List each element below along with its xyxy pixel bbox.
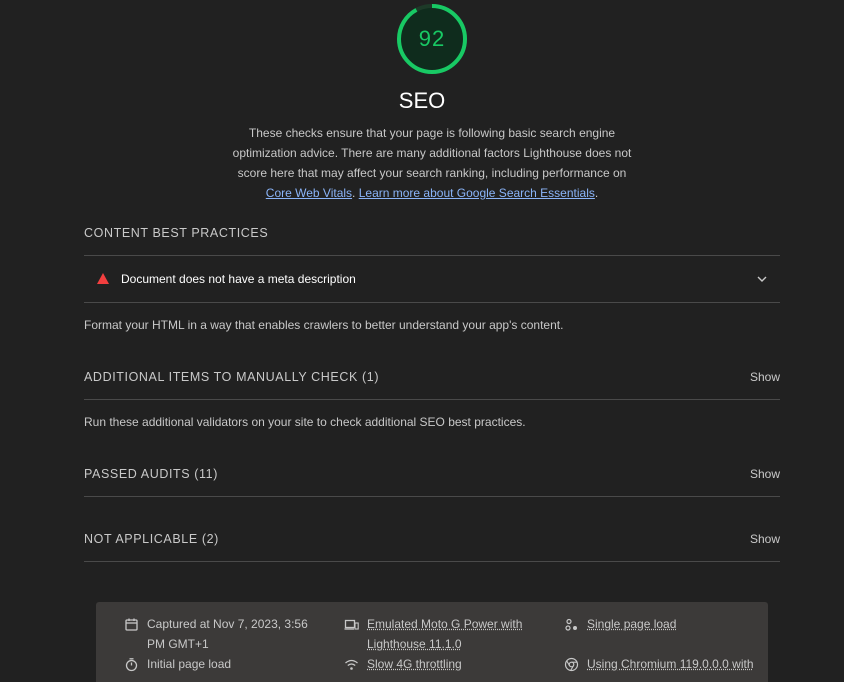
- divider: [84, 561, 780, 562]
- audit-title: Document does not have a meta descriptio…: [121, 272, 356, 286]
- chrome-icon: [564, 657, 579, 672]
- score-value: 92: [418, 26, 446, 51]
- captured-at-text: Captured at Nov 7, 2023, 3:56 PM GMT+1: [147, 614, 308, 654]
- emulated-line2: Lighthouse 11.1.0: [367, 637, 462, 651]
- chevron-down-icon[interactable]: [756, 272, 768, 290]
- captured-at-item: Captured at Nov 7, 2023, 3:56 PM GMT+1: [124, 614, 324, 654]
- single-load-link[interactable]: Single page load: [587, 614, 676, 634]
- divider: [84, 399, 780, 400]
- wifi-icon: [345, 659, 358, 670]
- group-description-content: Format your HTML in a way that enables c…: [84, 318, 564, 332]
- chromium-item[interactable]: Using Chromium 119.0.0.0 with: [564, 654, 764, 674]
- link-separator: .: [352, 186, 359, 200]
- emulated-device-link[interactable]: Emulated Moto G Power with Lighthouse 11…: [367, 614, 522, 654]
- audit-meta-description[interactable]: Document does not have a meta descriptio…: [84, 256, 780, 302]
- initial-load-item: Initial page load: [124, 654, 324, 674]
- score-gauge: 92: [396, 3, 468, 75]
- divider: [84, 496, 780, 497]
- throttling-link[interactable]: Slow 4G throttling: [367, 654, 462, 674]
- chromium-link[interactable]: Using Chromium 119.0.0.0 with: [587, 654, 754, 674]
- fail-triangle-icon: [97, 273, 109, 284]
- single-load-item[interactable]: Single page load: [564, 614, 764, 634]
- show-manual-button[interactable]: Show: [750, 370, 780, 384]
- show-not-applicable-button[interactable]: Show: [750, 532, 780, 546]
- captured-at-line1: Captured at Nov 7, 2023, 3:56: [147, 617, 308, 631]
- divider: [84, 302, 780, 303]
- group-description-manual: Run these additional validators on your …: [84, 415, 526, 429]
- core-web-vitals-link[interactable]: Core Web Vitals: [266, 186, 352, 200]
- trailing-period: .: [594, 186, 599, 200]
- emulated-device-item[interactable]: Emulated Moto G Power with Lighthouse 11…: [344, 614, 544, 654]
- category-title: SEO: [398, 88, 446, 113]
- group-title-content-best-practices: CONTENT BEST PRACTICES: [84, 226, 269, 240]
- group-title-manual-checks[interactable]: ADDITIONAL ITEMS TO MANUALLY CHECK (1): [84, 370, 379, 384]
- learn-more-link[interactable]: Learn more about Google Search Essential…: [359, 186, 595, 200]
- runtime-settings-footer: Captured at Nov 7, 2023, 3:56 PM GMT+1 I…: [96, 602, 768, 682]
- devices-icon: [344, 619, 359, 630]
- stopwatch-icon: [125, 658, 138, 672]
- captured-at-line2: PM GMT+1: [147, 637, 209, 651]
- single-load-icon: [565, 618, 577, 631]
- group-title-not-applicable[interactable]: NOT APPLICABLE (2): [84, 532, 219, 546]
- initial-load-text: Initial page load: [147, 657, 232, 671]
- calendar-icon: [125, 618, 138, 631]
- emulated-line1: Emulated Moto G Power with: [367, 617, 523, 631]
- show-passed-button[interactable]: Show: [750, 467, 780, 481]
- category-description: These checks ensure that your page is fo…: [222, 123, 642, 203]
- category-description-text: These checks ensure that your page is fo…: [232, 126, 632, 180]
- throttling-item[interactable]: Slow 4G throttling: [344, 654, 544, 674]
- lighthouse-report: 92 SEO These checks ensure that your pag…: [0, 0, 844, 682]
- group-title-passed-audits[interactable]: PASSED AUDITS (11): [84, 467, 218, 481]
